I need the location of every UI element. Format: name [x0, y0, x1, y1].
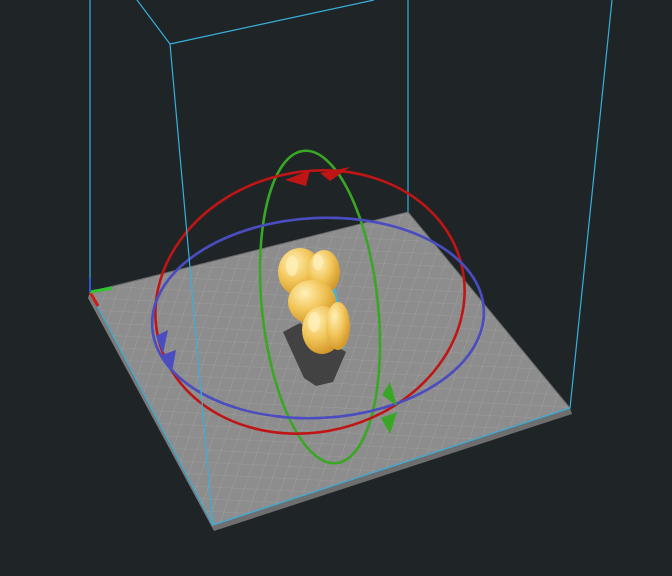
- 3d-viewport[interactable]: [0, 0, 672, 576]
- scene-canvas[interactable]: [0, 0, 672, 576]
